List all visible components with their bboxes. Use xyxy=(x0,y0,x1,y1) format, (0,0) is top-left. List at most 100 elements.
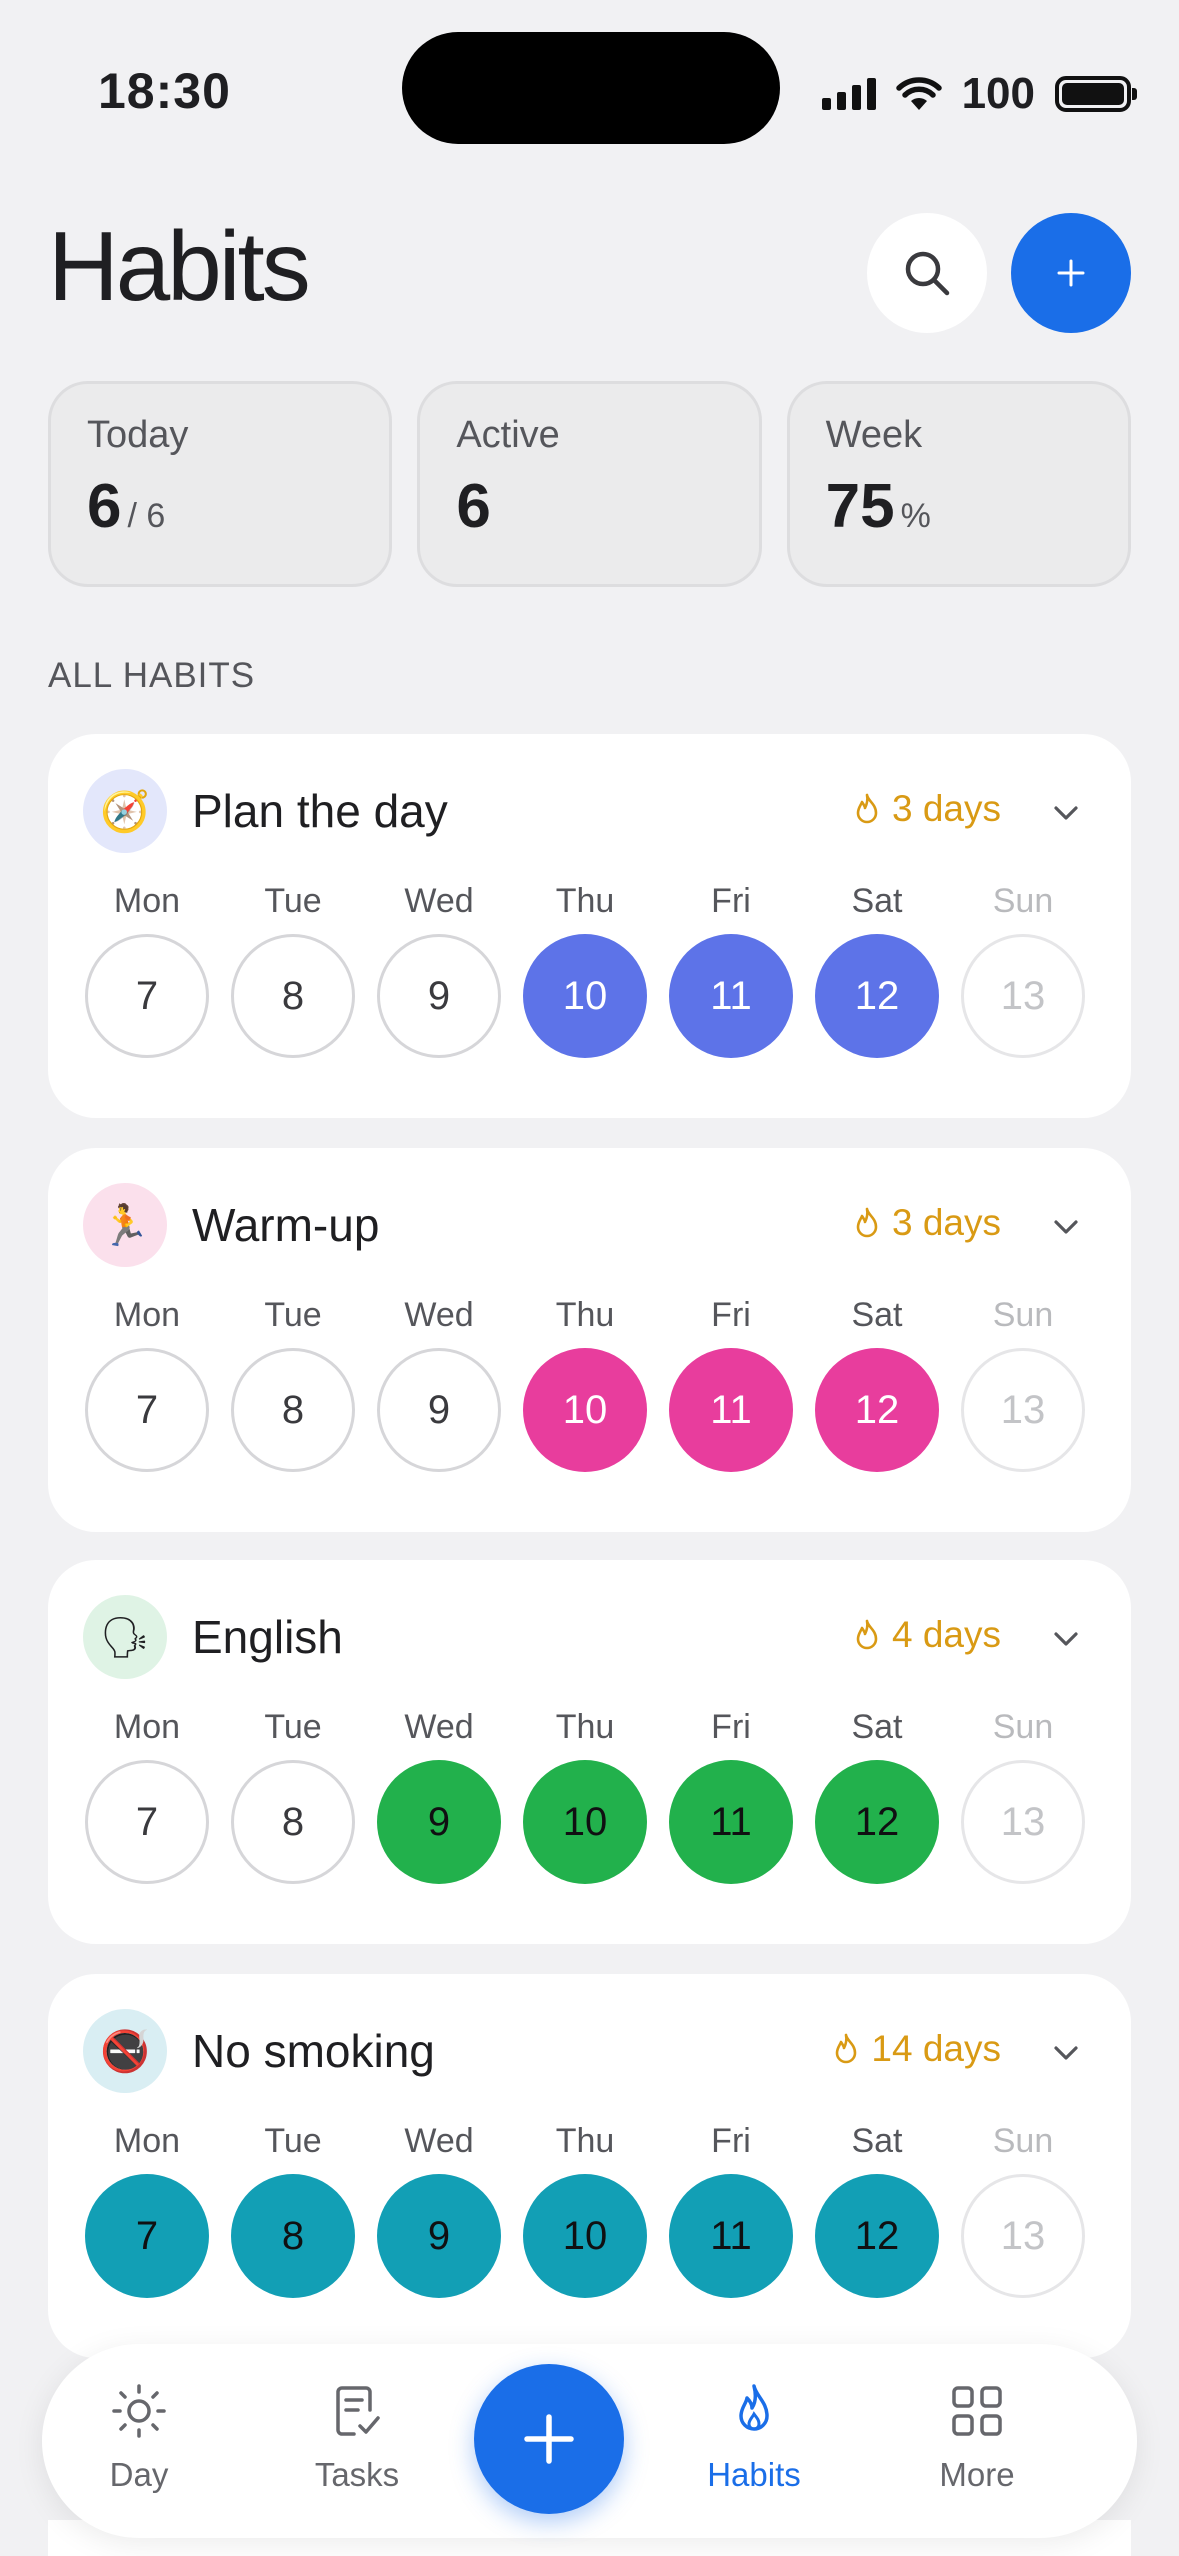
tasks-icon xyxy=(336,2386,380,2436)
stat-value: 6/ 6 xyxy=(87,471,353,542)
nav-item-day[interactable]: Day xyxy=(54,2380,224,2494)
expand-chevron-button[interactable] xyxy=(1051,1624,1081,1654)
speaking-head-icon: 🗣 xyxy=(83,1595,167,1679)
nav-item-more[interactable]: More xyxy=(892,2380,1062,2494)
no-smoking-icon: 🚭 xyxy=(83,2009,167,2093)
day-column: Wed 9 xyxy=(377,2122,501,2298)
day-check-empty[interactable]: 8 xyxy=(231,1760,355,1884)
stat-card-today: Today 6/ 6 xyxy=(48,381,393,587)
day-column: Mon 7 xyxy=(85,882,209,1058)
wifi-icon xyxy=(895,77,942,110)
habit-streak: 3 days xyxy=(854,788,1001,830)
stat-value: 6 xyxy=(456,471,722,542)
day-check-empty[interactable]: 8 xyxy=(231,1348,355,1472)
day-check-done[interactable]: 10 xyxy=(523,1348,647,1472)
day-check-empty[interactable]: 7 xyxy=(85,1348,209,1472)
day-check-done[interactable]: 10 xyxy=(523,2174,647,2298)
day-column: Tue 8 xyxy=(231,882,355,1058)
flame-icon xyxy=(836,2033,857,2064)
day-check-empty: 13 xyxy=(961,1760,1085,1884)
day-check-done[interactable]: 9 xyxy=(377,2174,501,2298)
day-check-empty: 13 xyxy=(961,934,1085,1058)
chevron-down-icon xyxy=(1054,806,1078,820)
nav-item-habits[interactable]: Habits xyxy=(669,2380,839,2494)
day-column: Sun 13 xyxy=(961,882,1085,1058)
plus-icon xyxy=(524,2414,574,2464)
day-name: Sun xyxy=(992,1708,1054,1746)
day-name: Thu xyxy=(555,1708,615,1746)
day-check-done[interactable]: 11 xyxy=(669,2174,793,2298)
stat-card-active: Active 6 xyxy=(417,381,762,587)
day-check-done[interactable]: 10 xyxy=(523,1760,647,1884)
day-column: Sun 13 xyxy=(961,1708,1085,1884)
add-habit-button[interactable] xyxy=(1011,213,1131,333)
habit-card[interactable]: 🗣 English 4 days Mon 7 Tue 8 Wed 9 Thu 10 Fri 11 Sat 1… xyxy=(48,1560,1131,1944)
habit-card[interactable]: 🧭 Plan the day 3 days Mon 7 Tue 8 Wed 9 Thu 10 Fri 1… xyxy=(48,734,1131,1118)
day-column: Thu 10 xyxy=(523,1708,647,1884)
day-check-done[interactable]: 9 xyxy=(377,1760,501,1884)
day-check-done[interactable]: 12 xyxy=(815,1348,939,1472)
day-check-done[interactable]: 12 xyxy=(815,934,939,1058)
day-name: Thu xyxy=(555,882,615,920)
expand-chevron-button[interactable] xyxy=(1051,2038,1081,2068)
day-name: Wed xyxy=(404,2122,474,2160)
streak-label: 3 days xyxy=(891,788,1001,829)
quick-add-button[interactable] xyxy=(474,2364,624,2514)
day-column: Fri 11 xyxy=(669,2122,793,2298)
day-check-empty[interactable]: 9 xyxy=(377,1348,501,1472)
day-name: Mon xyxy=(113,1708,181,1746)
day-name: Sun xyxy=(992,1296,1054,1334)
habit-card[interactable]: 🏃 Warm-up 3 days Mon 7 Tue 8 Wed 9 Thu 10 Fri 11 Sat 1… xyxy=(48,1148,1131,1532)
search-button[interactable] xyxy=(867,213,987,333)
day-column: Sun 13 xyxy=(961,1296,1085,1472)
day-check-done[interactable]: 12 xyxy=(815,2174,939,2298)
stat-label: Active xyxy=(456,414,560,456)
expand-chevron-button[interactable] xyxy=(1051,798,1081,828)
day-name: Wed xyxy=(404,882,474,920)
day-name: Tue xyxy=(264,1708,322,1746)
chevron-down-icon xyxy=(1054,1632,1078,1646)
habit-week-row: Mon 7 Tue 8 Wed 9 Thu 10 Fri 11 Sat 12 Sun 13 xyxy=(85,1708,1085,1884)
day-name: Tue xyxy=(264,882,322,920)
day-name: Mon xyxy=(113,882,181,920)
day-check-empty[interactable]: 7 xyxy=(85,1760,209,1884)
habit-name: English xyxy=(192,1611,343,1663)
day-column: Mon 7 xyxy=(85,1296,209,1472)
day-check-empty[interactable]: 8 xyxy=(231,934,355,1058)
habit-streak: 4 days xyxy=(854,1614,1001,1656)
cellular-signal-icon xyxy=(821,78,876,110)
flame-icon xyxy=(856,793,878,824)
plus-icon xyxy=(1057,259,1085,287)
habit-card[interactable]: 🚭 No smoking 14 days Mon 7 Tue 8 Wed 9 Thu 10 Fri 11… xyxy=(48,1974,1131,2358)
day-check-done[interactable]: 11 xyxy=(669,934,793,1058)
day-check-done[interactable]: 12 xyxy=(815,1760,939,1884)
expand-chevron-button[interactable] xyxy=(1051,1212,1081,1242)
habit-name: Warm-up xyxy=(192,1199,380,1251)
day-name: Sun xyxy=(992,882,1054,920)
grid-icon xyxy=(952,2386,1002,2436)
day-column: Mon 7 xyxy=(85,2122,209,2298)
stat-sub: % xyxy=(900,497,931,535)
day-check-done[interactable]: 8 xyxy=(231,2174,355,2298)
nav-label: Tasks xyxy=(314,2456,400,2493)
day-check-done[interactable]: 7 xyxy=(85,2174,209,2298)
day-name: Sun xyxy=(992,2122,1054,2160)
nav-item-tasks[interactable]: Tasks xyxy=(272,2380,442,2494)
day-check-done[interactable]: 11 xyxy=(669,1760,793,1884)
day-column: Sat 12 xyxy=(815,2122,939,2298)
nav-label: More xyxy=(939,2456,1015,2493)
stat-label: Today xyxy=(87,414,189,456)
battery-icon xyxy=(1055,76,1137,112)
day-check-empty[interactable]: 9 xyxy=(377,934,501,1058)
day-column: Sat 12 xyxy=(815,882,939,1058)
status-icons: 100 xyxy=(821,62,1137,126)
day-check-empty[interactable]: 7 xyxy=(85,934,209,1058)
day-check-done[interactable]: 11 xyxy=(669,1348,793,1472)
stat-card-week: Week 75% xyxy=(786,381,1131,587)
day-name: Tue xyxy=(264,1296,322,1334)
day-column: Tue 8 xyxy=(231,1708,355,1884)
day-name: Sat xyxy=(851,1296,903,1334)
day-check-done[interactable]: 10 xyxy=(523,934,647,1058)
day-name: Wed xyxy=(404,1708,474,1746)
day-column: Mon 7 xyxy=(85,1708,209,1884)
